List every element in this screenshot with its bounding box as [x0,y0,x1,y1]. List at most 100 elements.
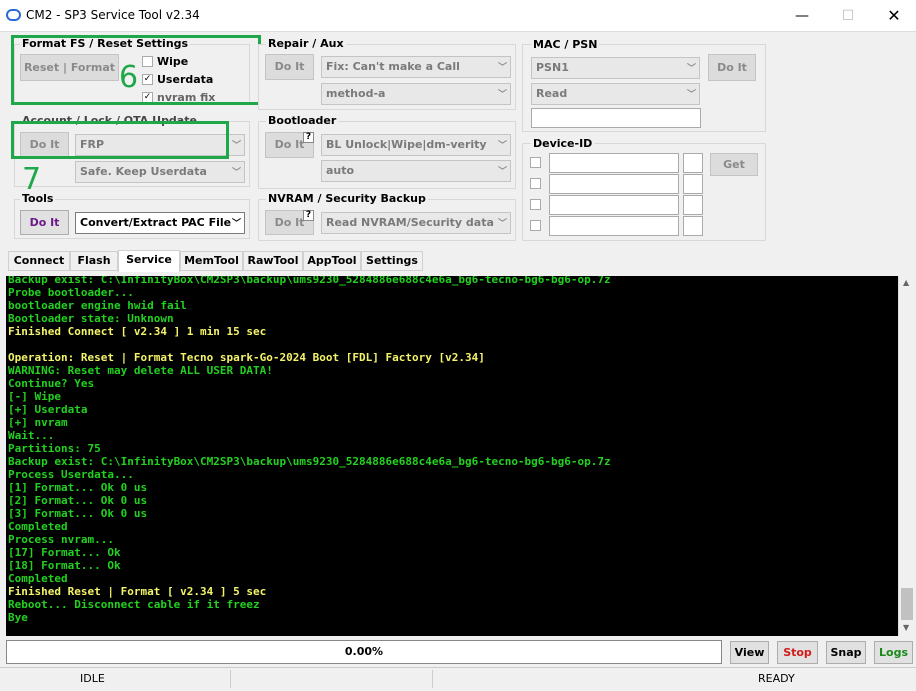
nvram-help-icon[interactable]: ? [303,210,314,221]
device-id-small-field-1[interactable] [683,153,703,173]
mac-action-value: Read [536,87,568,100]
chevron-down-icon: ﹀ [686,64,696,74]
device-id-small-field-4[interactable] [683,216,703,236]
mac-type-value: PSN1 [536,61,569,74]
view-button[interactable]: View [730,641,769,664]
mac-doit-button[interactable]: Do It [708,54,756,81]
account-mode-select[interactable]: Safe. Keep Userdata ﹀ [75,161,245,183]
log-line: [1] Format... Ok 0 us [8,481,148,494]
device-id-get-button[interactable]: Get [710,153,758,176]
chevron-down-icon: ﹀ [497,219,507,229]
log-console[interactable]: Backup exist: C:\InfinityBox\CM2SP3\back… [6,276,898,636]
log-line: Partitions: 75 [8,442,101,455]
status-divider [230,670,231,688]
device-id-field-4[interactable] [549,216,679,236]
log-line: Finished Connect [ v2.34 ] 1 min 15 sec [8,325,267,338]
mac-group-label: MAC / PSN [531,38,600,51]
status-right: READY [758,672,795,685]
bootloader-group-label: Bootloader [266,114,339,127]
tools-doit-button[interactable]: Do It [20,210,69,235]
device-id-field-3[interactable] [549,195,679,215]
log-line: WARNING: Reset may delete ALL USER DATA! [8,364,273,377]
bootloader-mode-select[interactable]: auto ﹀ [321,160,511,182]
mac-value-field[interactable] [531,108,701,128]
nvram-group-label: NVRAM / Security Backup [266,192,428,205]
chevron-down-icon: ﹀ [686,90,696,100]
log-line: Process Userdata... [8,468,134,481]
repair-group-label: Repair / Aux [266,37,346,50]
progress-text: 0.00% [344,645,384,658]
logs-button[interactable]: Logs [874,641,913,664]
log-line: [18] Format... Ok [8,559,121,572]
device-id-checkbox-2[interactable] [530,178,541,189]
tab-apptool[interactable]: AppTool [303,251,361,271]
progress-bar: 0.00% [6,640,722,664]
chevron-down-icon: ﹀ [497,141,507,151]
log-line: bootloader engine hwid fail [8,299,187,312]
tab-service[interactable]: Service [118,250,180,272]
log-line: Continue? Yes [8,377,95,390]
log-line: Completed [8,520,68,533]
chevron-down-icon: ﹀ [231,141,241,151]
close-icon[interactable]: ✕ [874,4,914,28]
log-line: Wait... [8,429,55,442]
log-line: Backup exist: C:\InfinityBox\CM2SP3\back… [8,455,611,468]
status-bar: IDLE READY [0,667,916,691]
tab-memtool[interactable]: MemTool [180,251,243,271]
nvram-operation-select[interactable]: Read NVRAM/Security data ﹀ [321,212,511,234]
chevron-down-icon: ﹀ [231,219,241,229]
log-line: Bye [8,611,28,624]
scroll-thumb[interactable] [901,588,913,620]
tab-rawtool[interactable]: RawTool [243,251,303,271]
log-line: Process nvram... [8,533,114,546]
tab-flash[interactable]: Flash [70,251,118,271]
log-line: [2] Format... Ok 0 us [8,494,148,507]
bootloader-operation-select[interactable]: BL Unlock|Wipe|dm-verity ﹀ [321,134,511,156]
stop-button[interactable]: Stop [777,641,818,664]
snap-button[interactable]: Snap [826,641,866,664]
device-id-field-2[interactable] [549,174,679,194]
repair-operation-select[interactable]: Fix: Can't make a Call ﹀ [321,56,511,78]
tab-connect[interactable]: Connect [8,251,70,271]
log-lines: Backup exist: C:\InfinityBox\CM2SP3\back… [6,276,898,624]
scroll-up-icon[interactable]: ▲ [903,278,909,287]
repair-method-select[interactable]: method-a ﹀ [321,83,511,105]
maximize-icon[interactable]: ☐ [828,4,868,28]
device-id-small-field-2[interactable] [683,174,703,194]
mac-type-select[interactable]: PSN1 ﹀ [531,57,700,79]
log-line: Finished Reset | Format [ v2.34 ] 5 sec [8,585,267,598]
window-title: CM2 - SP3 Service Tool v2.34 [26,8,200,22]
repair-doit-button[interactable]: Do It [265,54,314,80]
bootloader-mode-value: auto [326,164,355,177]
scroll-down-icon[interactable]: ▼ [903,623,909,632]
log-line: Completed [8,572,68,585]
status-left: IDLE [80,672,105,685]
tools-group-label: Tools [20,192,56,205]
device-id-checkbox-1[interactable] [530,157,541,168]
bootloader-help-icon[interactable]: ? [303,132,314,143]
device-id-small-field-3[interactable] [683,195,703,215]
log-line: Operation: Reset | Format Tecno spark-Go… [8,351,485,364]
log-scrollbar[interactable]: ▲ ▼ [898,276,914,636]
device-id-checkbox-3[interactable] [530,199,541,210]
repair-operation-value: Fix: Can't make a Call [326,60,460,73]
log-line: Reboot... Disconnect cable if it freez [8,598,260,611]
device-id-field-1[interactable] [549,153,679,173]
device-id-group-label: Device-ID [531,137,595,150]
log-line: [3] Format... Ok 0 us [8,507,148,520]
annotation-6: 6 [119,60,139,95]
log-line: [17] Format... Ok [8,546,121,559]
log-line: [+] Userdata [8,403,88,416]
mac-action-select[interactable]: Read ﹀ [531,83,700,105]
chevron-down-icon: ﹀ [497,167,507,177]
tools-operation-select[interactable]: Convert/Extract PAC File ﹀ [75,212,245,234]
tab-settings[interactable]: Settings [361,251,423,271]
device-id-checkbox-4[interactable] [530,220,541,231]
repair-method-value: method-a [326,87,386,100]
minimize-icon[interactable]: — [782,4,822,28]
log-line: [+] nvram [8,416,68,429]
nvram-operation-value: Read NVRAM/Security data [326,216,494,229]
bootloader-operation-value: BL Unlock|Wipe|dm-verity [326,138,487,151]
annotation-box-7 [11,121,229,159]
